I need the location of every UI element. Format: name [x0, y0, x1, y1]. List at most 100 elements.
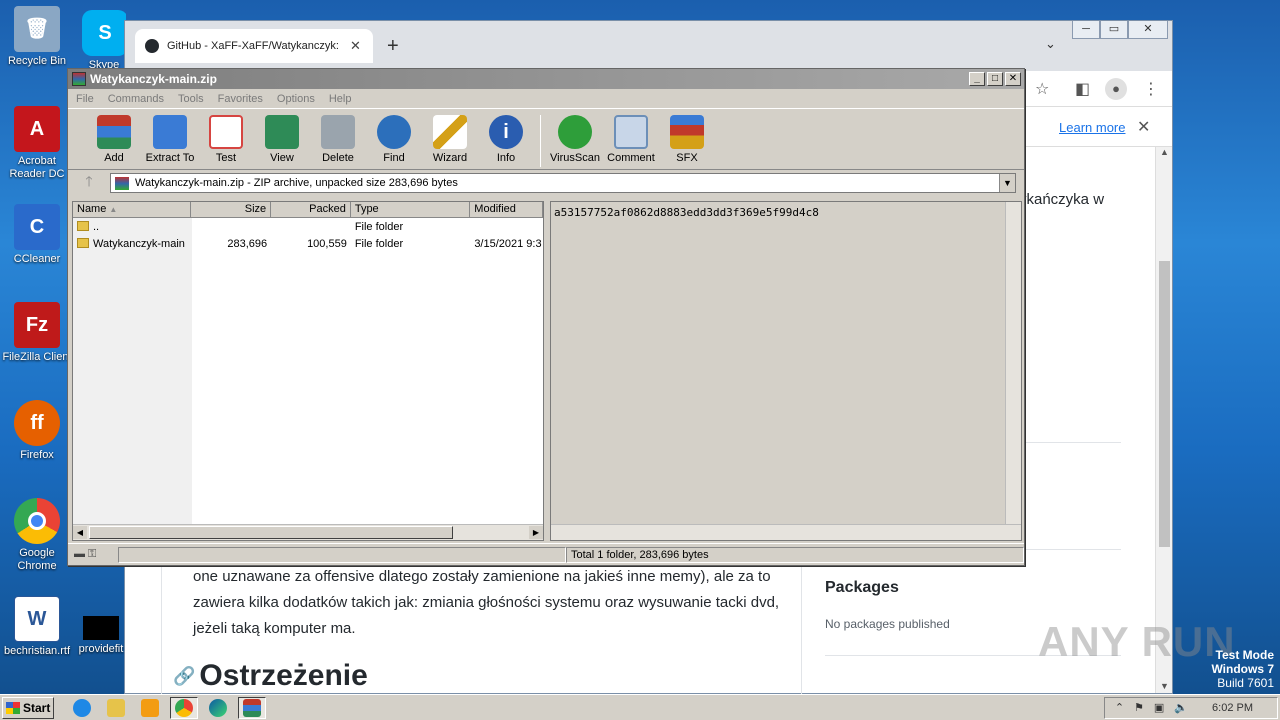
delete-button[interactable]: Delete [310, 115, 366, 164]
browser-tab[interactable]: GitHub - XaFF-XaFF/Watykanczyk: P ✕ [135, 29, 373, 63]
close-button[interactable]: ✕ [1128, 21, 1168, 39]
show-hidden-icons-icon[interactable]: ⌃ [1115, 701, 1124, 714]
volume-icon[interactable]: 🔈 [1174, 701, 1188, 714]
menu-help[interactable]: Help [329, 93, 352, 105]
path-combobox[interactable]: Watykanczyk-main.zip - ZIP archive, unpa… [110, 173, 1016, 193]
path-text: Watykanczyk-main.zip - ZIP archive, unpa… [135, 177, 458, 189]
skype-icon: S [82, 10, 126, 56]
close-button[interactable]: ✕ [1005, 72, 1021, 86]
packages-empty-text: No packages published [825, 617, 950, 631]
sfx-button[interactable]: SFX [659, 115, 715, 164]
packages-title[interactable]: Packages [825, 579, 899, 597]
anchor-link-icon[interactable]: 🔗 [173, 666, 195, 687]
menu-kebab-icon[interactable]: ⋮ [1143, 79, 1159, 99]
table-row[interactable]: Watykanczyk-main 283,696 100,559 File fo… [73, 235, 543, 252]
maximize-button[interactable]: ▭ [1100, 21, 1128, 39]
extract-to-button[interactable]: Extract To [142, 115, 198, 164]
start-button[interactable]: Start [2, 696, 54, 719]
network-icon[interactable]: ▣ [1154, 701, 1164, 714]
github-icon [145, 39, 159, 53]
ccleaner-desktop-icon[interactable]: C CCleaner [2, 204, 72, 266]
close-tab-icon[interactable]: ✕ [350, 38, 361, 54]
column-name[interactable]: Name ▲ [73, 202, 192, 217]
scroll-left-icon[interactable]: ◀ [73, 526, 87, 539]
magic-wand-icon [433, 115, 467, 149]
file-list: Name ▲ Size Packed Type Modified .. File… [72, 201, 544, 541]
close-infobar-icon[interactable]: ✕ [1137, 117, 1150, 137]
taskbar-winrar[interactable] [238, 696, 266, 719]
filezilla-desktop-icon[interactable]: Fz FileZilla Client [2, 302, 72, 364]
scroll-right-icon[interactable]: ▶ [529, 526, 543, 539]
windows-logo-icon [6, 701, 20, 714]
readme-heading: 🔗 Ostrzeżenie [173, 659, 368, 692]
menu-favorites[interactable]: Favorites [218, 93, 263, 105]
taskbar-ie[interactable] [68, 697, 96, 719]
tab-search-chevron-icon[interactable]: ⌄ [1045, 36, 1056, 52]
wizard-button[interactable]: Wizard [422, 115, 478, 164]
dropdown-arrow-icon[interactable]: ▼ [999, 174, 1015, 192]
page-scrollbar[interactable]: ▲ ▼ [1155, 147, 1172, 693]
vertical-scrollbar[interactable] [1005, 202, 1021, 524]
menu-options[interactable]: Options [277, 93, 315, 105]
providefit-desktop-icon[interactable]: providefit [76, 616, 126, 656]
table-row[interactable]: .. File folder [73, 218, 543, 235]
scroll-down-icon[interactable]: ▼ [1160, 681, 1169, 691]
menu-file[interactable]: File [76, 93, 94, 105]
column-modified[interactable]: Modified [470, 202, 543, 217]
internet-explorer-icon [73, 698, 91, 717]
maximize-button[interactable]: □ [987, 72, 1003, 86]
flag-icon[interactable]: ⚑ [1134, 701, 1144, 714]
skype-desktop-icon[interactable]: S Skype [82, 10, 126, 72]
chrome-desktop-icon[interactable]: Google Chrome [2, 498, 72, 573]
window-controls: _ □ ✕ [969, 72, 1024, 86]
firefox-desktop-icon[interactable]: ff Firefox [2, 400, 72, 462]
add-button[interactable]: Add [86, 115, 142, 164]
view-button[interactable]: View [254, 115, 310, 164]
window-title: Watykanczyk-main.zip [90, 72, 217, 86]
taskbar-media[interactable] [136, 697, 164, 719]
winrar-toolbar: Add Extract To Test View Delete Find Wiz… [68, 108, 1024, 170]
column-type[interactable]: Type [351, 202, 471, 217]
rtf-file-desktop-icon[interactable]: W bechristian.rtf [2, 596, 72, 658]
status-bar: ▬ ⚿ Total 1 folder, 283,696 bytes [68, 543, 1024, 565]
archive-comment-text: a53157752af0862d8883edd3dd3f369e5f99d4c8 [554, 206, 819, 219]
horizontal-scrollbar[interactable]: ◀ ▶ [73, 524, 543, 540]
firefox-icon: ff [14, 400, 60, 446]
scroll-up-icon[interactable]: ▲ [1160, 147, 1169, 157]
new-tab-button[interactable]: + [387, 35, 399, 58]
menu-commands[interactable]: Commands [108, 93, 164, 105]
taskbar-chrome[interactable] [170, 696, 198, 719]
archive-books-icon [97, 115, 131, 149]
chrome-icon [14, 498, 60, 544]
info-button[interactable]: i Info [478, 115, 534, 164]
scrollbar-thumb[interactable] [1159, 261, 1170, 547]
learn-more-link[interactable]: Learn more [1059, 120, 1125, 135]
up-arrow-icon[interactable]: 🡑 [76, 171, 102, 195]
test-button[interactable]: Test [198, 115, 254, 164]
menu-tools[interactable]: Tools [178, 93, 204, 105]
drive-key-icon[interactable]: ▬ ⚿ [68, 548, 118, 561]
scrollbar-thumb[interactable] [89, 526, 453, 539]
column-size[interactable]: Size [191, 202, 272, 217]
profile-avatar-icon[interactable]: ● [1105, 78, 1127, 100]
bookmark-star-icon[interactable]: ☆ [1035, 79, 1049, 99]
clock[interactable]: 6:02 PM [1212, 702, 1253, 714]
find-button[interactable]: Find [366, 115, 422, 164]
tab-title: GitHub - XaFF-XaFF/Watykanczyk: P [167, 40, 342, 52]
horizontal-scrollbar[interactable] [551, 524, 1021, 540]
taskbar-edge[interactable] [204, 697, 232, 719]
winrar-title-bar[interactable]: Watykanczyk-main.zip _ □ ✕ [68, 69, 1024, 89]
side-panel-icon[interactable]: ◧ [1075, 79, 1090, 99]
folder-icon [77, 220, 89, 231]
virusscan-button[interactable]: VirusScan [547, 115, 603, 164]
column-packed[interactable]: Packed [271, 202, 351, 217]
minimize-button[interactable]: _ [969, 72, 985, 86]
comment-button[interactable]: Comment [603, 115, 659, 164]
taskbar-explorer[interactable] [102, 697, 130, 719]
minimize-button[interactable]: ─ [1072, 21, 1100, 39]
edge-icon [209, 698, 227, 717]
acrobat-desktop-icon[interactable]: A Acrobat Reader DC [2, 106, 72, 181]
folder-icon [153, 115, 187, 149]
recycle-bin-desktop-icon[interactable]: 🗑 Recycle Bin [2, 6, 72, 68]
winrar-logo-icon [72, 72, 86, 86]
